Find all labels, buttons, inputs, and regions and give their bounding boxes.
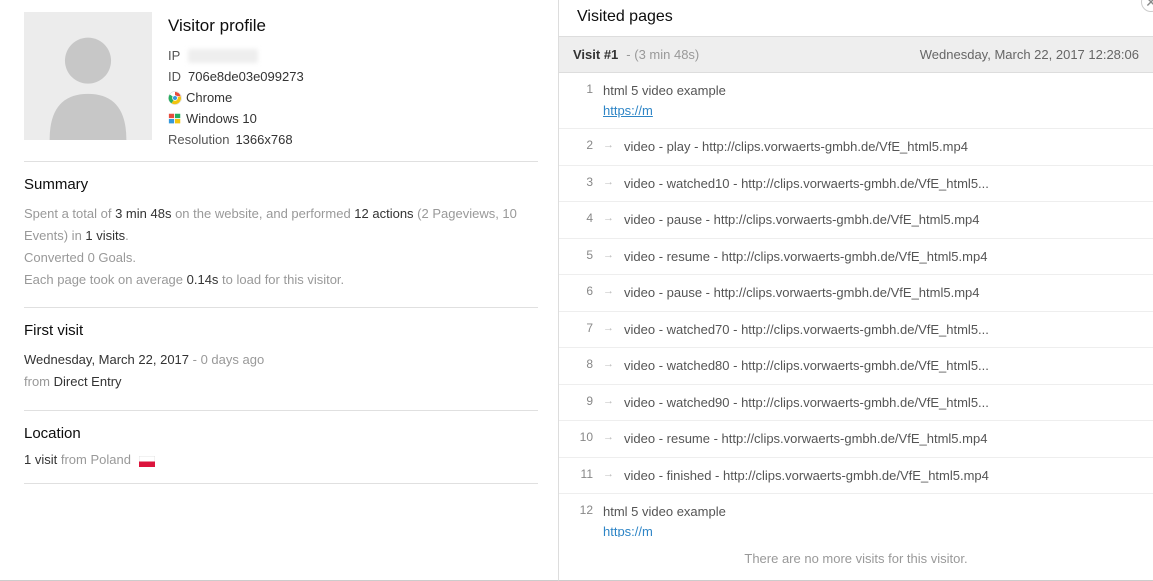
visit-row: 6→video - pause - http://clips.vorwaerts… <box>559 275 1153 312</box>
summary-text: Spent a total of 3 min 48s on the websit… <box>24 203 538 291</box>
left-panel: Visitor profile IP ID 706e8de03e099273 C… <box>0 0 558 581</box>
visit-row: 1 html 5 video example https://m <box>559 73 1153 129</box>
visitor-avatar <box>24 12 152 140</box>
visit-row: 11→video - finished - http://clips.vorwa… <box>559 458 1153 495</box>
visit-number-label: Visit #1 <box>573 47 618 62</box>
firstvisit-title: First visit <box>24 322 538 339</box>
event-arrow-icon: → <box>593 247 624 261</box>
row-number: 9 <box>569 393 593 408</box>
firstvisit-text: Wednesday, March 22, 2017 - 0 days ago f… <box>24 349 538 393</box>
row-number: 4 <box>569 210 593 225</box>
event-arrow-icon: → <box>593 429 624 443</box>
row-number: 8 <box>569 356 593 371</box>
pageview-content: html 5 video example https://m <box>593 81 726 120</box>
summary-title: Summary <box>24 176 538 193</box>
ip-label: IP <box>168 48 188 63</box>
row-number: 12 <box>569 502 593 517</box>
event-text: video - resume - http://clips.vorwaerts-… <box>624 247 987 267</box>
event-arrow-icon: → <box>593 320 624 334</box>
visit-row: 2→video - play - http://clips.vorwaerts-… <box>559 129 1153 166</box>
event-text: video - pause - http://clips.vorwaerts-g… <box>624 210 980 230</box>
visit-row: 4→video - pause - http://clips.vorwaerts… <box>559 202 1153 239</box>
pageview-content: html 5 video example https://m <box>593 502 726 537</box>
row-number: 10 <box>569 429 593 444</box>
resolution-value: 1366x768 <box>235 132 292 147</box>
row-number: 3 <box>569 174 593 189</box>
os-value: Windows 10 <box>186 111 257 126</box>
resolution-label: Resolution <box>168 132 229 147</box>
visit-row: 9→video - watched90 - http://clips.vorwa… <box>559 385 1153 422</box>
pageview-title: html 5 video example <box>603 83 726 98</box>
visit-row: 10→video - resume - http://clips.vorwaer… <box>559 421 1153 458</box>
event-text: video - watched10 - http://clips.vorwaer… <box>624 174 989 194</box>
visit-row: 3→video - watched10 - http://clips.vorwa… <box>559 166 1153 203</box>
visit-rows-list[interactable]: 1html 5 video examplehttps://m2→video - … <box>559 73 1153 537</box>
row-number: 7 <box>569 320 593 335</box>
event-text: video - watched90 - http://clips.vorwaer… <box>624 393 989 413</box>
no-more-visits-text: There are no more visits for this visito… <box>559 537 1153 580</box>
location-text: 1 visit from Poland <box>24 452 538 467</box>
event-arrow-icon: → <box>593 283 624 297</box>
visit-row: 8→video - watched80 - http://clips.vorwa… <box>559 348 1153 385</box>
visit-header: Visit #1 - (3 min 48s) Wednesday, March … <box>559 36 1153 73</box>
chrome-icon <box>168 91 182 105</box>
visit-row: 5→video - resume - http://clips.vorwaert… <box>559 239 1153 276</box>
visit-row: 12 html 5 video example https://m <box>559 494 1153 537</box>
visitor-id-value: 706e8de03e099273 <box>188 69 304 84</box>
row-number: 2 <box>569 137 593 152</box>
row-number: 6 <box>569 283 593 298</box>
event-arrow-icon: → <box>593 466 624 480</box>
visited-pages-title: Visited pages <box>559 0 1153 36</box>
visit-datetime: Wednesday, March 22, 2017 12:28:06 <box>920 47 1139 62</box>
event-text: video - watched70 - http://clips.vorwaer… <box>624 320 989 340</box>
event-text: video - finished - http://clips.vorwaert… <box>624 466 989 486</box>
location-title: Location <box>24 425 538 442</box>
visit-row: 7→video - watched70 - http://clips.vorwa… <box>559 312 1153 349</box>
windows-icon <box>168 112 182 126</box>
location-section: Location 1 visit from Poland <box>24 410 538 483</box>
pageview-url-link[interactable]: https://m <box>603 101 726 121</box>
firstvisit-section: First visit Wednesday, March 22, 2017 - … <box>24 307 538 409</box>
pageview-url-link[interactable]: https://m <box>603 522 726 538</box>
poland-flag-icon <box>139 455 155 466</box>
right-panel: ✕ Visited pages Visit #1 - (3 min 48s) W… <box>558 0 1153 581</box>
event-arrow-icon: → <box>593 356 624 370</box>
row-number: 1 <box>569 81 593 96</box>
row-number: 5 <box>569 247 593 262</box>
event-arrow-icon: → <box>593 137 624 151</box>
browser-value: Chrome <box>186 90 232 105</box>
event-text: video - watched80 - http://clips.vorwaer… <box>624 356 989 376</box>
visit-duration: - (3 min 48s) <box>626 47 699 62</box>
ip-value-blurred <box>188 49 258 63</box>
event-arrow-icon: → <box>593 174 624 188</box>
event-arrow-icon: → <box>593 393 624 407</box>
event-text: video - pause - http://clips.vorwaerts-g… <box>624 283 980 303</box>
event-text: video - resume - http://clips.vorwaerts-… <box>624 429 987 449</box>
pageview-title: html 5 video example <box>603 504 726 519</box>
event-text: video - play - http://clips.vorwaerts-gm… <box>624 137 968 157</box>
profile-title: Visitor profile <box>168 16 304 36</box>
summary-section: Summary Spent a total of 3 min 48s on th… <box>24 161 538 307</box>
id-label: ID <box>168 69 188 84</box>
row-number: 11 <box>569 466 593 481</box>
event-arrow-icon: → <box>593 210 624 224</box>
